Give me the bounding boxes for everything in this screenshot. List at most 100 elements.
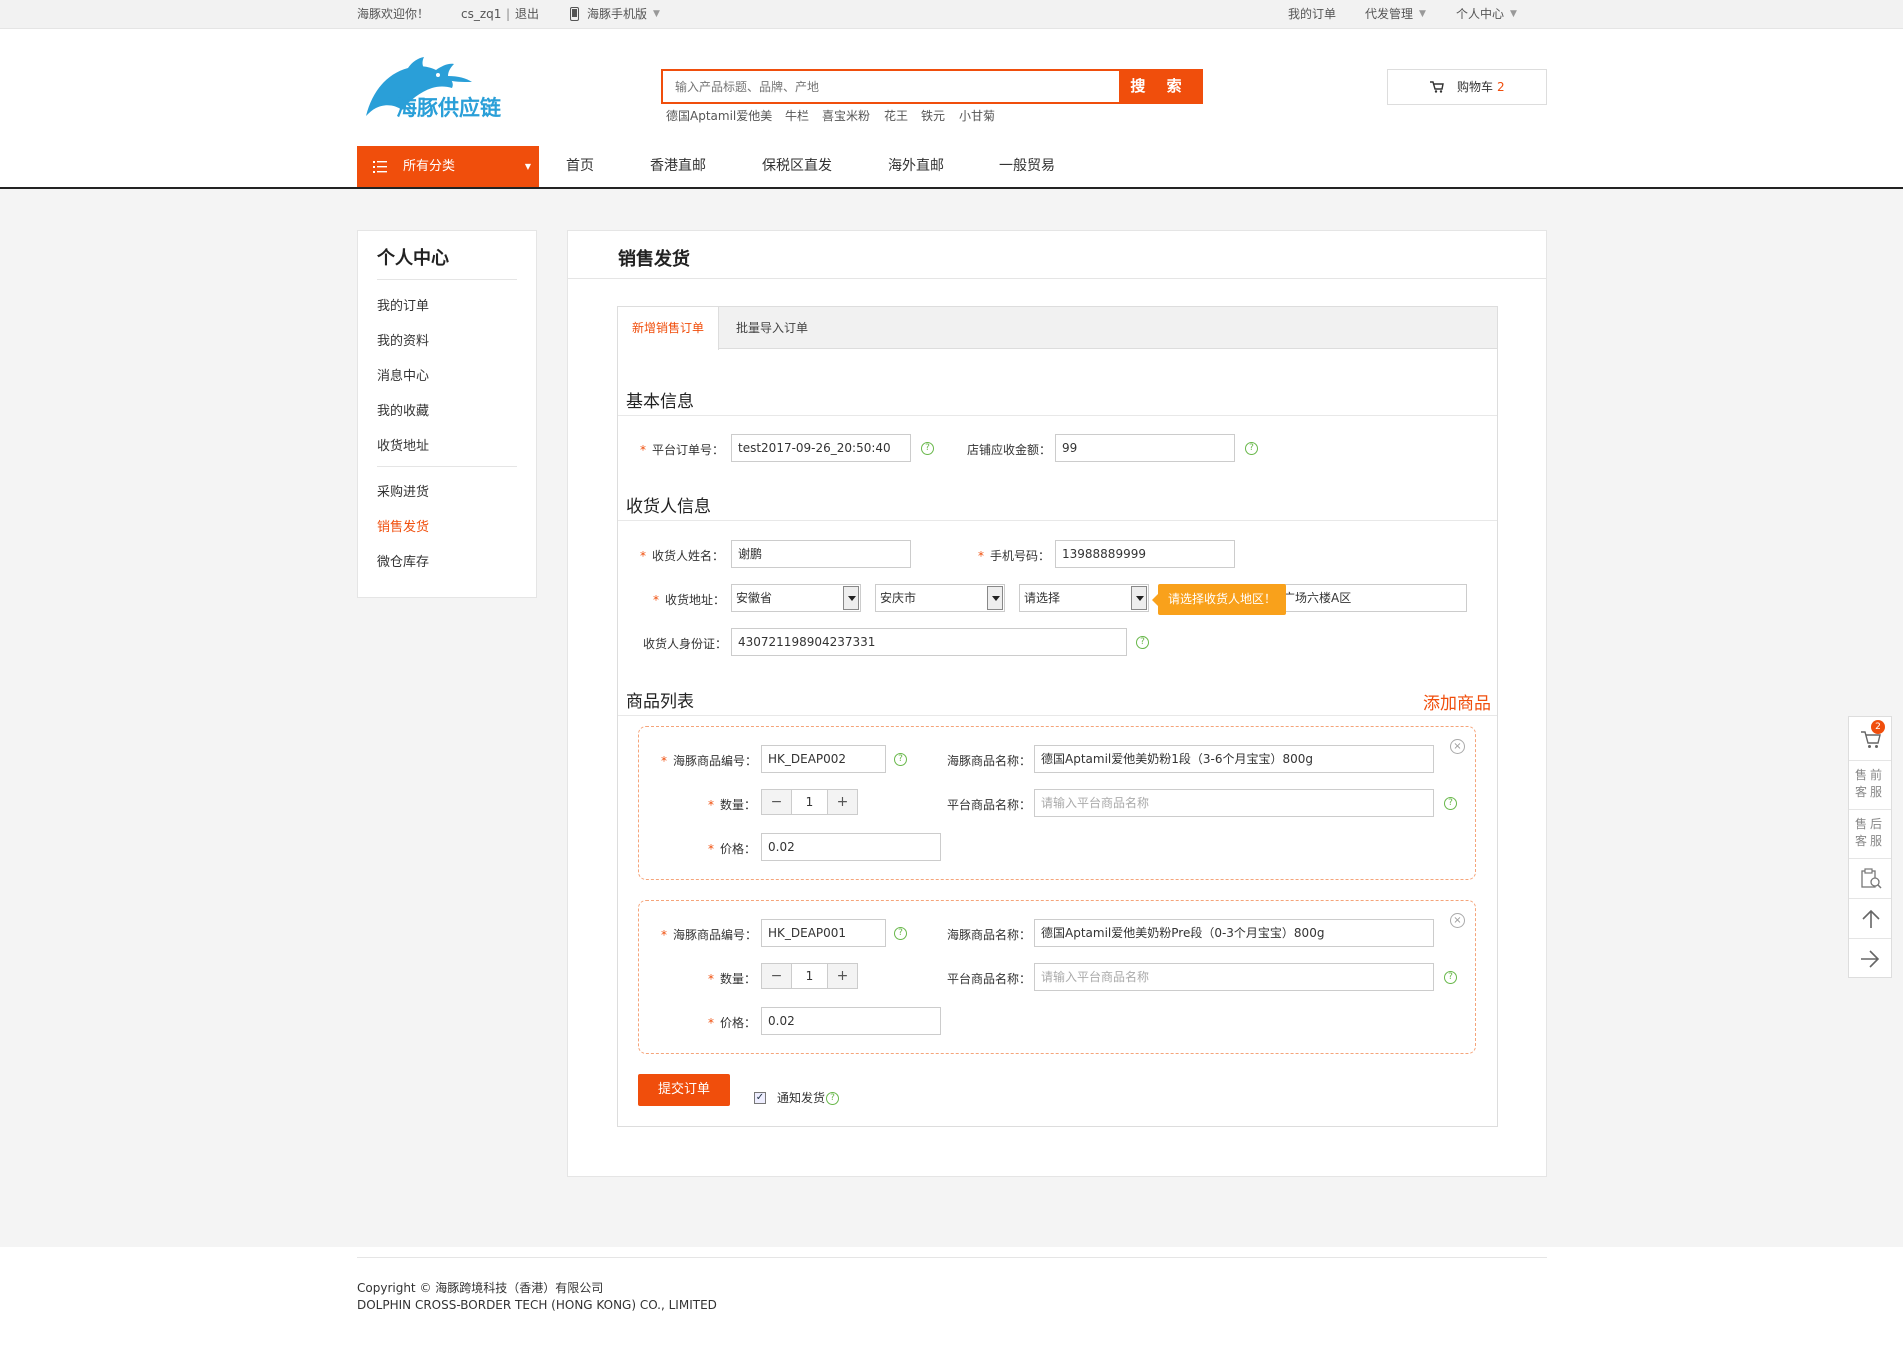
nav-hk-direct[interactable]: 香港直邮 — [650, 146, 706, 187]
tab-new-sales-order[interactable]: 新增销售订单 — [618, 307, 720, 350]
plus-button[interactable]: + — [828, 790, 857, 814]
help-icon[interactable]: ? — [1136, 636, 1149, 649]
right-float-bar: 2 售前客服 售后客服 — [1848, 716, 1892, 978]
phone-input[interactable]: 13988889999 — [1055, 540, 1235, 568]
hot-word[interactable]: 花王 — [884, 108, 908, 124]
chevron-down-icon: ▼ — [653, 9, 660, 19]
order-no-label: * 平台订单号： — [640, 443, 725, 457]
arrow-right-icon — [1860, 949, 1880, 969]
my-orders-link[interactable]: 我的订单 — [1288, 0, 1336, 29]
platform-name-input[interactable]: 请输入平台商品名称 — [1034, 963, 1434, 991]
goods-card: × * 海豚商品编号： HK_DEAP002 ? 海豚商品名称： 德国Aptami… — [638, 726, 1476, 880]
help-icon[interactable]: ? — [921, 442, 934, 455]
sidebar-item-addresses[interactable]: 收货地址 — [377, 435, 429, 454]
close-icon[interactable]: × — [1450, 913, 1465, 928]
sidebar-item-sales-shipping[interactable]: 销售发货 — [377, 516, 429, 535]
logout-link[interactable]: 退出 — [515, 0, 539, 29]
hot-word[interactable]: 喜宝米粉 — [822, 108, 870, 124]
section-title-goods: 商品列表 — [626, 692, 694, 712]
sidebar-item-favorites[interactable]: 我的收藏 — [377, 400, 429, 419]
platform-name-label: 平台商品名称： — [947, 798, 1032, 812]
minus-button[interactable]: − — [762, 964, 791, 988]
arrow-up-icon — [1861, 909, 1881, 929]
sidebar-item-purchase[interactable]: 采购进货 — [377, 481, 429, 500]
goods-code-input[interactable]: HK_DEAP001 — [761, 919, 886, 947]
mobile-version-link[interactable]: 海豚手机版 — [587, 0, 647, 29]
sidebar-title: 个人中心 — [377, 248, 449, 269]
province-select[interactable]: 安徽省 — [731, 584, 861, 612]
forward-button[interactable] — [1849, 939, 1891, 979]
minus-button[interactable]: − — [762, 790, 791, 814]
search-button[interactable]: 搜 索 — [1119, 71, 1201, 102]
plus-button[interactable]: + — [828, 964, 857, 988]
username-link[interactable]: cs_zq1 — [461, 0, 501, 29]
aftersale-service-button[interactable]: 售后客服 — [1849, 810, 1891, 859]
help-icon[interactable]: ? — [1444, 971, 1457, 984]
user-center-menu[interactable]: 个人中心 — [1456, 0, 1504, 29]
search-box: 搜 索 — [661, 69, 1203, 104]
section-title-basic: 基本信息 — [626, 392, 694, 412]
sidebar-item-my-orders[interactable]: 我的订单 — [377, 295, 429, 314]
presale-service-button[interactable]: 售前客服 — [1849, 761, 1891, 810]
quantity-value[interactable]: 1 — [791, 964, 828, 988]
divider — [357, 1257, 1547, 1258]
sidebar-item-micro-warehouse[interactable]: 微仓库存 — [377, 551, 429, 570]
help-icon[interactable]: ? — [1245, 442, 1258, 455]
city-select[interactable]: 安庆市 — [875, 584, 1005, 612]
amount-label: 店铺应收金额： — [967, 443, 1052, 457]
nav-overseas[interactable]: 海外直邮 — [888, 146, 944, 187]
amount-input[interactable]: 99 — [1055, 434, 1235, 462]
consignee-name-input[interactable]: 谢鹏 — [731, 540, 911, 568]
submit-order-button[interactable]: 提交订单 — [638, 1074, 730, 1106]
district-select[interactable]: 请选择 — [1019, 584, 1149, 612]
separator: | — [506, 7, 511, 21]
goods-name-input[interactable]: 德国Aptamil爱他美奶粉Pre段（0-3个月宝宝）800g — [1034, 919, 1434, 947]
hot-word[interactable]: 小甘菊 — [959, 108, 995, 124]
price-input[interactable]: 0.02 — [761, 1007, 941, 1035]
company-en-text: DOLPHIN CROSS-BORDER TECH (HONG KONG) CO… — [357, 1298, 717, 1312]
quantity-label: * 数量： — [708, 972, 757, 986]
dropdown-arrow-icon — [987, 586, 1003, 610]
sidebar-item-messages[interactable]: 消息中心 — [377, 365, 429, 384]
float-search-button[interactable] — [1849, 859, 1891, 899]
all-categories-menu[interactable]: 所有分类 ▼ — [357, 146, 539, 187]
nav-general-trade[interactable]: 一般贸易 — [999, 146, 1055, 187]
nav-bonded[interactable]: 保税区直发 — [762, 146, 832, 187]
help-icon[interactable]: ? — [894, 753, 907, 766]
cart-button[interactable]: 购物车 2 — [1387, 69, 1547, 105]
cart-count: 2 — [1497, 80, 1505, 94]
float-cart-button[interactable]: 2 — [1849, 717, 1891, 761]
price-input[interactable]: 0.02 — [761, 833, 941, 861]
sidebar-item-my-profile[interactable]: 我的资料 — [377, 330, 429, 349]
hot-word[interactable]: 德国Aptamil爱他美 — [666, 108, 772, 124]
chevron-down-icon: ▼ — [1510, 9, 1517, 19]
order-form: 新增销售订单 批量导入订单 基本信息 * 平台订单号： test2017-09-2… — [617, 306, 1498, 1127]
header-divider — [0, 187, 1903, 189]
help-icon[interactable]: ? — [826, 1092, 839, 1105]
quantity-value[interactable]: 1 — [791, 790, 828, 814]
list-icon — [373, 146, 387, 187]
search-input[interactable] — [663, 71, 1119, 102]
address-detail-input[interactable]: 广场六楼A区 — [1280, 584, 1467, 612]
divider — [377, 279, 517, 280]
notify-checkbox[interactable]: ✓ — [754, 1092, 766, 1104]
logo-text: 海豚供应链 — [396, 96, 501, 120]
goods-name-input[interactable]: 德国Aptamil爱他美奶粉1段（3-6个月宝宝）800g — [1034, 745, 1434, 773]
back-to-top-button[interactable] — [1849, 899, 1891, 939]
tab-batch-import[interactable]: 批量导入订单 — [722, 307, 822, 349]
footer — [0, 1247, 1903, 1345]
hot-word[interactable]: 牛栏 — [785, 108, 809, 124]
add-goods-link[interactable]: 添加商品 — [1423, 689, 1491, 714]
goods-code-input[interactable]: HK_DEAP002 — [761, 745, 886, 773]
help-icon[interactable]: ? — [1444, 797, 1457, 810]
nav-home[interactable]: 首页 — [566, 146, 594, 187]
hot-word[interactable]: 铁元 — [921, 108, 945, 124]
close-icon[interactable]: × — [1450, 739, 1465, 754]
goods-name-label: 海豚商品名称： — [947, 928, 1032, 942]
dropship-menu[interactable]: 代发管理 — [1365, 0, 1413, 29]
page-title: 销售发货 — [618, 249, 690, 270]
help-icon[interactable]: ? — [894, 927, 907, 940]
id-card-input[interactable]: 430721198904237331 — [731, 628, 1127, 656]
platform-name-input[interactable]: 请输入平台商品名称 — [1034, 789, 1434, 817]
order-no-input[interactable]: test2017-09-26_20:50:40 — [731, 434, 911, 462]
